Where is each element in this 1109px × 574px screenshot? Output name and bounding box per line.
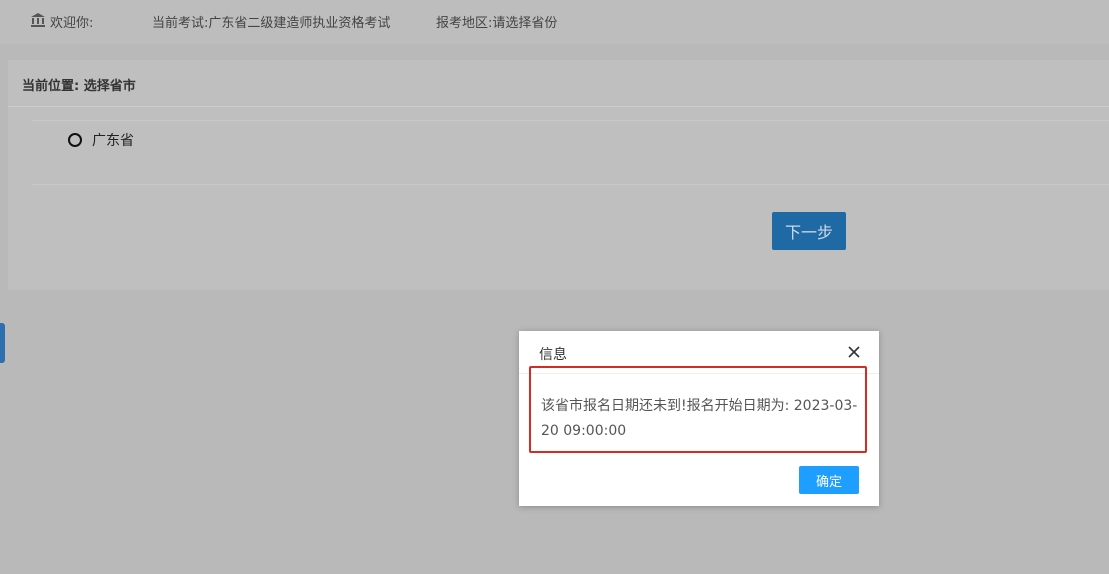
dialog-title: 信息 bbox=[539, 347, 567, 363]
welcome-text: 欢迎你: bbox=[50, 16, 94, 31]
divider bbox=[32, 184, 1109, 185]
message-highlight-box: 该省市报名日期还未到!报名开始日期为: 2023-03-20 09:00:00 bbox=[529, 366, 867, 453]
exam-region: 报考地区:请选择省份 bbox=[436, 12, 557, 31]
confirm-button[interactable]: 确定 bbox=[799, 466, 859, 494]
top-bar: 欢迎你: 当前考试:广东省二级建造师执业资格考试 报考地区:请选择省份 bbox=[0, 0, 1109, 44]
info-dialog: 信息 该省市报名日期还未到!报名开始日期为: 2023-03-20 09:00:… bbox=[519, 331, 879, 506]
bank-icon bbox=[31, 13, 45, 27]
breadcrumb: 当前位置: 选择省市 bbox=[22, 79, 136, 94]
radio-button[interactable] bbox=[68, 133, 82, 147]
side-tab-handle[interactable] bbox=[0, 323, 5, 363]
close-icon[interactable] bbox=[847, 345, 861, 359]
exam-region-label: 报考地区: bbox=[436, 16, 493, 31]
current-exam-name: 广东省二级建造师执业资格考试 bbox=[208, 16, 391, 31]
province-label: 广东省 bbox=[92, 133, 134, 149]
divider bbox=[32, 120, 1109, 121]
current-exam-label: 当前考试: bbox=[152, 16, 209, 31]
breadcrumb-row: 当前位置: 选择省市 bbox=[8, 60, 1109, 107]
exam-region-value: 请选择省份 bbox=[492, 16, 558, 31]
province-option-guangdong[interactable]: 广东省 bbox=[68, 130, 134, 150]
current-exam: 当前考试:广东省二级建造师执业资格考试 bbox=[152, 12, 390, 31]
dialog-message: 该省市报名日期还未到!报名开始日期为: 2023-03-20 09:00:00 bbox=[541, 398, 858, 439]
next-step-button[interactable]: 下一步 bbox=[772, 212, 846, 250]
province-select-panel: 当前位置: 选择省市 广东省 下一步 bbox=[8, 60, 1109, 290]
